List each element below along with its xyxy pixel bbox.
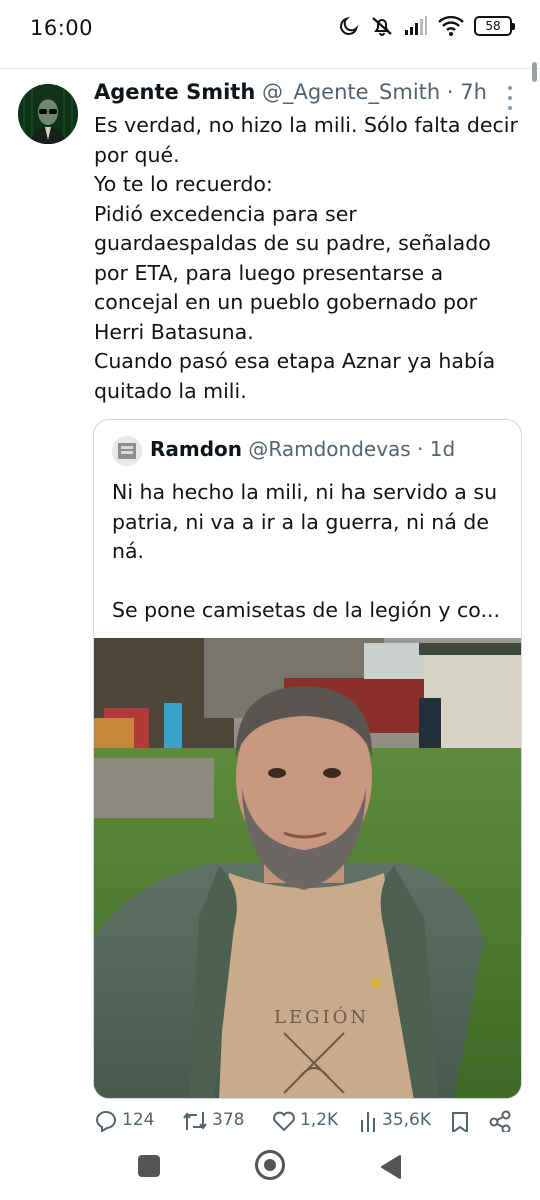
- share-icon: [488, 1110, 512, 1132]
- tweet-text-line: concejal en un pueblo gobernado por: [94, 290, 478, 314]
- home-button[interactable]: [255, 1150, 285, 1180]
- quoted-tweet-card[interactable]: Ramdon @Ramdondevas · 1d Ni ha hecho la …: [93, 419, 522, 1099]
- more-dot-icon: [508, 86, 512, 90]
- system-nav-bar: [0, 1134, 540, 1200]
- views-count: 35,6K: [382, 1110, 431, 1130]
- tweet-text-line: Es verdad, no hizo la mili. Sólo falta d…: [94, 113, 518, 137]
- tweet-text-line: quitado la mili.: [94, 378, 247, 403]
- shirt-print-text: LEGIÓN: [274, 1005, 369, 1028]
- mute-icon: [370, 14, 394, 38]
- separator: ·: [417, 437, 424, 461]
- tweet-actions: 124 378 1,2K 35,6K: [94, 1110, 524, 1134]
- tweet-text-line: por ETA, para luego presentarse a: [94, 260, 444, 285]
- tweet-text-line: Herri Batasuna.: [94, 319, 254, 344]
- quote-author-avatar: [112, 436, 142, 466]
- author-name[interactable]: Agente Smith: [94, 80, 255, 104]
- moon-icon: [338, 15, 360, 37]
- divider: [0, 68, 540, 69]
- tweet-text: Es verdad, no hizo la mili. Sólo falta d…: [94, 111, 530, 406]
- more-options-button[interactable]: [504, 86, 516, 110]
- battery-icon: 58: [474, 16, 515, 36]
- quote-text-line: [112, 567, 512, 597]
- reply-icon: [94, 1110, 118, 1132]
- separator: ·: [446, 80, 454, 104]
- status-time: 16:00: [30, 16, 94, 40]
- reply-button[interactable]: 124: [94, 1110, 154, 1132]
- quote-author-handle: @Ramdondevas: [248, 437, 411, 461]
- more-dot-icon: [508, 96, 512, 100]
- quote-text-line: Ni ha hecho la mili, ni ha servido a su: [112, 480, 498, 504]
- more-dot-icon: [508, 106, 512, 110]
- retweet-icon: [182, 1110, 208, 1132]
- status-bar: 16:00 58: [0, 0, 540, 60]
- quote-author-name: Ramdon: [150, 437, 243, 461]
- author-handle[interactable]: @_Agente_Smith: [262, 80, 440, 104]
- quote-text-line: patria, ni va a ir a la guerra, ni ná de: [112, 509, 489, 534]
- like-button[interactable]: 1,2K: [272, 1110, 338, 1132]
- views-icon: [360, 1110, 378, 1132]
- retweet-button[interactable]: 378: [182, 1110, 244, 1132]
- retweet-count: 378: [212, 1110, 245, 1130]
- reply-count: 124: [122, 1110, 155, 1130]
- bookmark-button[interactable]: [450, 1110, 470, 1132]
- signal-icon: [404, 16, 428, 36]
- quote-text-line: ná.: [112, 539, 145, 563]
- tweet-time[interactable]: 7h: [460, 80, 487, 104]
- author-avatar[interactable]: [18, 84, 78, 144]
- tweet-text-line: Cuando pasó esa etapa Aznar ya había: [94, 349, 496, 373]
- tweet-text-line: guardaespaldas de su padre, señalado: [94, 231, 491, 255]
- tweet-header: Agente Smith @_Agente_Smith · 7h: [94, 80, 490, 104]
- quote-time: 1d: [429, 437, 456, 461]
- wifi-icon: [438, 15, 464, 37]
- back-triangle-icon: [381, 1155, 401, 1179]
- status-icons: 58: [338, 14, 515, 38]
- quote-header: Ramdon @Ramdondevas · 1d: [150, 437, 455, 461]
- share-button[interactable]: [488, 1110, 512, 1132]
- quote-text-line: Se pone camisetas de la legión y co...: [112, 598, 501, 622]
- scrollbar[interactable]: [532, 62, 537, 82]
- tweet-text-line: Yo te lo recuerdo:: [94, 172, 273, 196]
- heart-icon: [272, 1110, 296, 1132]
- bookmark-icon: [450, 1110, 470, 1132]
- tweet-text-line: por qué.: [94, 142, 180, 167]
- back-button[interactable]: [380, 1154, 402, 1184]
- tweet-text-line: Pidió excedencia para ser: [94, 201, 357, 226]
- like-count: 1,2K: [300, 1110, 339, 1130]
- views-button[interactable]: 35,6K: [360, 1110, 431, 1132]
- recent-apps-button[interactable]: [138, 1155, 160, 1177]
- quote-text: Ni ha hecho la mili, ni ha servido a su …: [112, 478, 512, 626]
- quote-photo[interactable]: LEGIÓN: [94, 638, 521, 1098]
